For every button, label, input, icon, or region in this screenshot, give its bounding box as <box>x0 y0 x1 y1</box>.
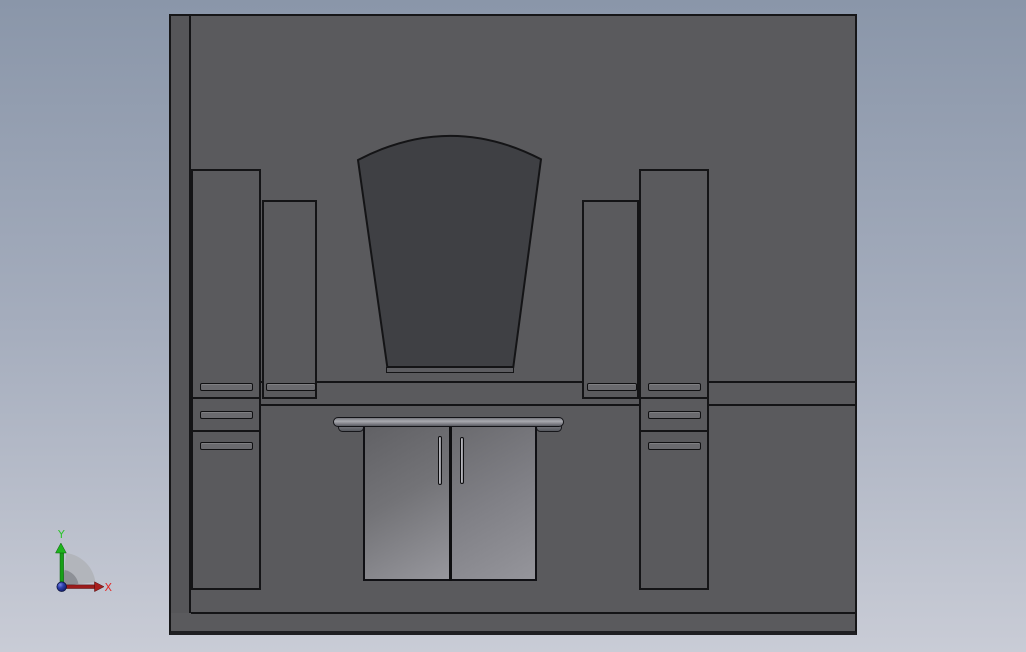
x-axis-label: X <box>105 581 113 594</box>
mirror-shelf[interactable] <box>385 366 514 373</box>
drawer-divider <box>641 430 707 432</box>
drawer-divider <box>193 397 259 399</box>
drawer-handle[interactable] <box>586 383 637 391</box>
door-handle-right[interactable] <box>459 436 464 484</box>
y-axis-shaft <box>59 551 64 586</box>
drawer-divider <box>193 430 259 432</box>
left-upper-cabinet[interactable] <box>262 200 317 399</box>
drawer-handle[interactable] <box>200 411 253 419</box>
drawer-handle[interactable] <box>648 383 701 391</box>
drawer-divider <box>641 397 707 399</box>
mirror-glass[interactable] <box>356 134 543 368</box>
towel-rail[interactable] <box>332 416 564 427</box>
drawer-handle[interactable] <box>648 411 701 419</box>
drawer-handle[interactable] <box>265 383 316 391</box>
side-panel[interactable] <box>171 16 191 613</box>
base-cabinet-door-gap <box>449 424 452 581</box>
x-axis-arrowhead-icon <box>94 581 105 593</box>
drawer-handle[interactable] <box>648 442 701 450</box>
right-upper-cabinet[interactable] <box>582 200 639 399</box>
counter-bottom-edge <box>191 404 855 406</box>
door-handle-left[interactable] <box>437 436 442 485</box>
right-tall-cabinet[interactable] <box>639 169 709 590</box>
cad-viewport[interactable]: Y X <box>0 0 1026 652</box>
drawer-handle[interactable] <box>200 442 253 450</box>
origin-triad: Y X <box>55 528 113 594</box>
floor-edge <box>191 612 855 614</box>
y-axis-arrowhead-icon <box>55 542 67 554</box>
x-axis-shaft <box>63 584 95 589</box>
arched-mirror[interactable] <box>350 115 550 377</box>
base-cabinet-door-left[interactable] <box>363 424 450 581</box>
drawer-handle[interactable] <box>200 383 253 391</box>
y-axis-label: Y <box>57 528 65 541</box>
origin-sphere-icon <box>56 581 67 592</box>
left-tall-cabinet[interactable] <box>191 169 261 590</box>
